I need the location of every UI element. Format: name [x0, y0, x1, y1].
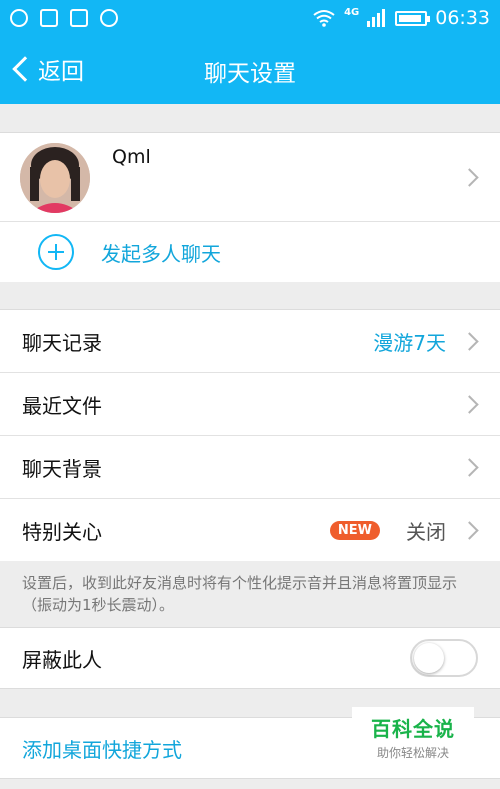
chevron-right-icon: [460, 520, 479, 540]
page-title: 聊天设置: [204, 61, 296, 87]
new-badge: NEW: [329, 520, 380, 540]
notification-icons: [10, 9, 118, 27]
profile-row[interactable]: Qml: [0, 133, 500, 221]
block-contact-label: 屏蔽此人: [22, 647, 102, 672]
special-care-hint: 设置后，收到此好友消息时将有个性化提示音并且消息将置顶显示（振动为1秒长震动）。: [22, 574, 458, 614]
watermark-title: 百科全说: [371, 717, 455, 741]
add-shortcut-label: 添加桌面快捷方式: [22, 737, 182, 762]
chat-history-label: 聊天记录: [22, 330, 102, 355]
block-contact-row: 屏蔽此人: [0, 628, 500, 688]
chat-background-label: 聊天背景: [22, 456, 102, 481]
add-circle-icon: [38, 234, 74, 270]
wechat-icon: [10, 9, 28, 27]
battery-icon: [395, 10, 431, 26]
chat-history-value: 漫游7天: [373, 330, 446, 355]
chevron-right-icon: [460, 168, 479, 187]
block-group: 屏蔽此人: [0, 627, 500, 689]
watermark: 百科全说 助你轻松解决: [352, 707, 474, 765]
settings-group: 聊天记录 漫游7天 最近文件 聊天背景 特别关心 NEW 关闭: [0, 309, 500, 561]
chat-background-row[interactable]: 聊天背景: [0, 436, 500, 498]
special-care-value: 关闭: [406, 519, 446, 544]
signal-icon: [367, 9, 386, 27]
status-bar: 4G 06:33: [0, 0, 500, 36]
block-contact-toggle[interactable]: [410, 639, 478, 677]
title-bar: 返回 聊天设置: [0, 36, 500, 104]
avatar-image: [20, 143, 90, 213]
profile-name: Qml: [112, 146, 151, 168]
toggle-knob: [414, 643, 444, 673]
special-care-row[interactable]: 特别关心 NEW 关闭: [0, 499, 500, 561]
start-group-chat-row[interactable]: 发起多人聊天: [0, 222, 500, 282]
avatar: [20, 143, 90, 213]
special-care-label: 特别关心: [22, 519, 102, 544]
chevron-right-icon: [460, 331, 479, 351]
image-icon: [40, 9, 58, 27]
alert-icon: [70, 9, 88, 27]
wifi-icon: [313, 10, 335, 27]
recent-files-row[interactable]: 最近文件: [0, 373, 500, 435]
status-time: 06:33: [435, 7, 490, 29]
chat-history-row[interactable]: 聊天记录 漫游7天: [0, 310, 500, 372]
watermark-subtitle: 助你轻松解决: [376, 746, 449, 760]
profile-group: Qml 发起多人聊天: [0, 132, 500, 282]
app-notification-icon: [100, 9, 118, 27]
network-type-label: 4G: [344, 6, 360, 18]
chevron-right-icon: [460, 457, 479, 477]
recent-files-label: 最近文件: [22, 393, 102, 418]
start-group-chat-label: 发起多人聊天: [101, 242, 221, 266]
chevron-right-icon: [460, 394, 479, 414]
